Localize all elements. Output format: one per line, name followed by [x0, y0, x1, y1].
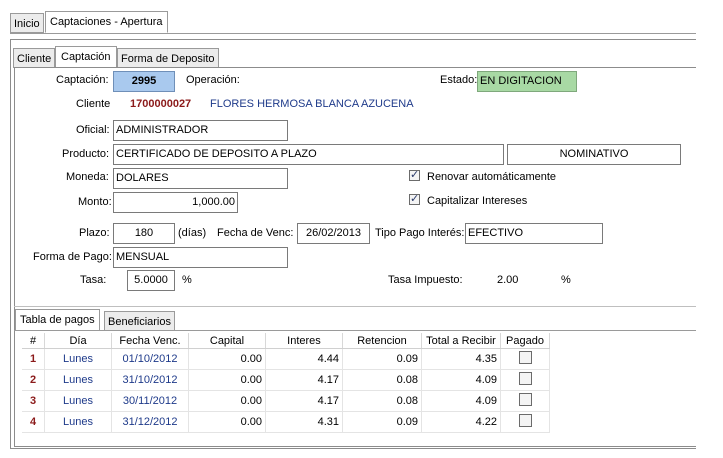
payments-table: # Día Fecha Venc. Capital Interes Retenc…	[22, 333, 550, 433]
col-header-pagado: Pagado	[500, 333, 550, 349]
cell-pagado	[500, 411, 550, 433]
forma-pago-label: Forma de Pago:	[33, 251, 112, 263]
cell-fecha: 31/10/2012	[111, 369, 189, 391]
col-header-interes: Interes	[265, 333, 343, 349]
producto-label: Producto:	[62, 148, 110, 160]
tasa-unit: %	[182, 274, 192, 286]
producto-field[interactable]: CERTIFICADO DE DEPOSITO A PLAZO	[113, 144, 504, 165]
cell-retencion: 0.08	[342, 390, 422, 412]
pagado-checkbox[interactable]	[518, 393, 532, 406]
table-row[interactable]: 4 Lunes 31/12/2012 0.00 4.31 0.09 4.22	[22, 411, 550, 433]
pagado-checkbox[interactable]	[518, 414, 532, 427]
tasa-impuesto-label: Tasa Impuesto:	[388, 274, 463, 286]
oficial-field[interactable]: ADMINISTRADOR	[113, 120, 288, 141]
table-header-row: # Día Fecha Venc. Capital Interes Retenc…	[22, 333, 550, 349]
cell-fecha: 31/12/2012	[111, 411, 189, 433]
col-header-retencion: Retencion	[342, 333, 422, 349]
capitalizar-checkbox[interactable]	[409, 192, 420, 205]
cliente-id: 1700000027	[130, 98, 192, 110]
tab-forma-de-deposito[interactable]: Forma de Deposito	[117, 48, 219, 68]
tasa-impuesto-unit: %	[561, 274, 571, 286]
monto-field[interactable]: 1,000.00	[113, 192, 238, 213]
cell-interes: 4.31	[265, 411, 343, 433]
col-header-fecha: Fecha Venc.	[111, 333, 189, 349]
plazo-unit: (días)	[178, 227, 207, 239]
table-row[interactable]: 3 Lunes 30/11/2012 0.00 4.17 0.08 4.09	[22, 390, 550, 412]
estado-field: EN DIGITACION	[477, 71, 577, 92]
tab-cliente[interactable]: Cliente	[13, 48, 56, 68]
operacion-label: Operación:	[186, 74, 240, 86]
cell-num: 2	[22, 369, 45, 391]
lower-tab-line	[14, 330, 696, 331]
cell-retencion: 0.09	[342, 411, 422, 433]
cell-capital: 0.00	[188, 348, 266, 370]
cell-total: 4.09	[421, 390, 501, 412]
cell-interes: 4.44	[265, 348, 343, 370]
moneda-label: Moneda:	[66, 171, 109, 183]
captacion-number-field[interactable]: 2995	[113, 71, 175, 92]
cell-num: 3	[22, 390, 45, 412]
cell-pagado	[500, 390, 550, 412]
pagado-checkbox[interactable]	[518, 351, 532, 364]
cliente-name: FLORES HERMOSA BLANCA AZUCENA	[210, 98, 414, 110]
pagado-checkbox[interactable]	[518, 372, 532, 385]
cell-dia: Lunes	[44, 369, 112, 391]
cell-fecha: 01/10/2012	[111, 348, 189, 370]
monto-label: Monto:	[78, 196, 112, 208]
table-row[interactable]: 2 Lunes 31/10/2012 0.00 4.17 0.08 4.09	[22, 369, 550, 391]
plazo-label: Plazo:	[79, 227, 110, 239]
cell-dia: Lunes	[44, 390, 112, 412]
cell-capital: 0.00	[188, 390, 266, 412]
forma-pago-field[interactable]: MENSUAL	[113, 247, 288, 268]
fecha-venc-field[interactable]: 26/02/2013	[297, 223, 370, 244]
cell-pagado	[500, 369, 550, 391]
cliente-label: Cliente	[76, 98, 111, 110]
tab-captaciones-apertura[interactable]: Captaciones - Apertura	[45, 11, 168, 33]
renovar-label: Renovar automáticamente	[427, 171, 557, 183]
section-divider	[14, 306, 696, 307]
col-header-dia: Día	[44, 333, 112, 349]
col-header-num: #	[22, 333, 45, 349]
cell-dia: Lunes	[44, 348, 112, 370]
capitalizar-label: Capitalizar Intereses	[427, 195, 528, 207]
plazo-field[interactable]: 180	[113, 223, 175, 244]
cell-num: 1	[22, 348, 45, 370]
cell-interes: 4.17	[265, 369, 343, 391]
tasa-impuesto-value: 2.00	[497, 274, 519, 286]
cell-fecha: 30/11/2012	[111, 390, 189, 412]
tipo-pago-interes-field[interactable]: EFECTIVO	[465, 223, 603, 244]
window-tab-divider	[10, 33, 696, 34]
fecha-venc-label: Fecha de Venc:	[217, 227, 294, 239]
col-header-capital: Capital	[188, 333, 266, 349]
tasa-field[interactable]: 5.0000	[127, 270, 175, 291]
cell-retencion: 0.08	[342, 369, 422, 391]
estado-label: Estado:	[440, 74, 478, 86]
cell-total: 4.09	[421, 369, 501, 391]
cell-total: 4.22	[421, 411, 501, 433]
producto-tipo-field[interactable]: NOMINATIVO	[507, 144, 681, 165]
tab-tabla-de-pagos[interactable]: Tabla de pagos	[15, 309, 100, 331]
cell-pagado	[500, 348, 550, 370]
tab-inicio[interactable]: Inicio	[10, 13, 44, 33]
oficial-label: Oficial:	[76, 124, 110, 136]
tipo-pago-interes-label: Tipo Pago Interés:	[375, 227, 465, 239]
cell-num: 4	[22, 411, 45, 433]
cell-interes: 4.17	[265, 390, 343, 412]
tab-captacion[interactable]: Captación	[55, 46, 117, 68]
moneda-field[interactable]: DOLARES	[113, 168, 288, 189]
cell-total: 4.35	[421, 348, 501, 370]
cell-retencion: 0.09	[342, 348, 422, 370]
captacion-label: Captación:	[56, 74, 109, 86]
renovar-checkbox[interactable]	[409, 168, 420, 181]
cell-capital: 0.00	[188, 369, 266, 391]
cell-capital: 0.00	[188, 411, 266, 433]
cell-dia: Lunes	[44, 411, 112, 433]
tab-beneficiarios[interactable]: Beneficiarios	[104, 311, 175, 331]
table-row[interactable]: 1 Lunes 01/10/2012 0.00 4.44 0.09 4.35	[22, 348, 550, 370]
tasa-label: Tasa:	[80, 274, 107, 286]
col-header-total: Total a Recibir	[421, 333, 501, 349]
